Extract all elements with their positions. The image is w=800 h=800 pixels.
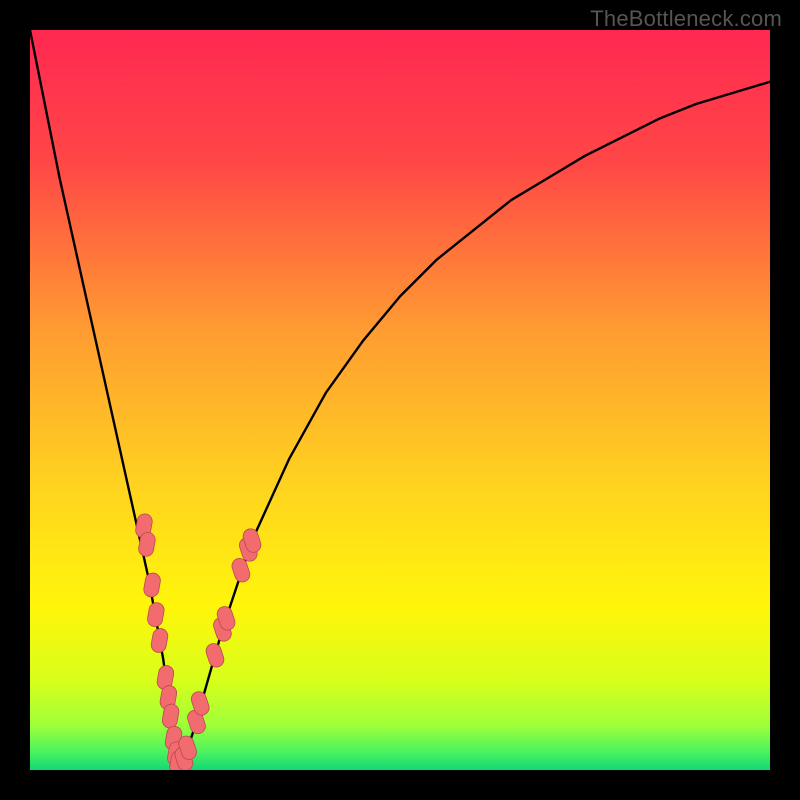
outer-frame: TheBottleneck.com xyxy=(0,0,800,800)
data-markers xyxy=(134,513,262,770)
curve-layer xyxy=(30,30,770,770)
watermark-text: TheBottleneck.com xyxy=(590,6,782,32)
plot-area xyxy=(30,30,770,770)
bottleneck-curve xyxy=(30,30,770,763)
